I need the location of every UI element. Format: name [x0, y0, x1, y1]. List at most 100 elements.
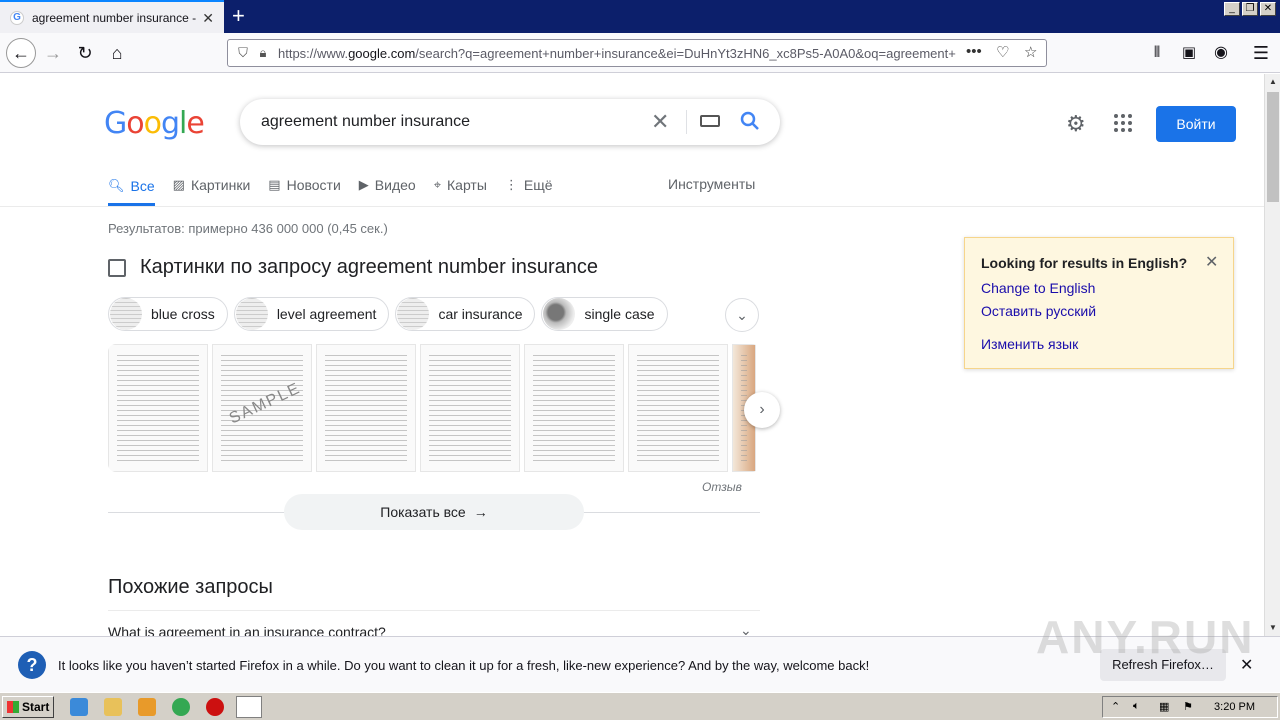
- search-tabs: 🔍︎ Все ▨ Картинки ▤ Новости ▶ Видео ⌖ Карты ⋮…: [108, 174, 571, 206]
- page-actions-icon[interactable]: •••: [966, 43, 982, 60]
- keyboard-icon[interactable]: [700, 115, 720, 127]
- scroll-thumb[interactable]: [1267, 92, 1279, 202]
- window-controls: _ ❐ ✕: [1224, 2, 1276, 16]
- anyrun-watermark: ANY.RUN: [1036, 611, 1255, 663]
- search-input[interactable]: agreement number insurance: [261, 113, 470, 131]
- pocket-icon[interactable]: ♡: [996, 43, 1009, 61]
- header-divider: [0, 206, 1264, 207]
- system-tray: ⌃ 🔈︎ ▦ ⚑ 3:20 PM: [1102, 696, 1278, 718]
- tab-close-icon[interactable]: ✕: [202, 10, 214, 27]
- feedback-link[interactable]: Отзыв: [702, 480, 742, 494]
- explorer-icon[interactable]: [104, 698, 122, 716]
- chevron-down-icon[interactable]: ⌄: [740, 622, 752, 636]
- back-button[interactable]: ←: [6, 38, 36, 68]
- new-tab-button[interactable]: +: [232, 4, 245, 28]
- minimize-button[interactable]: _: [1224, 2, 1240, 16]
- chevron-right-icon[interactable]: ›: [744, 392, 780, 428]
- video-icon: ▶: [358, 177, 369, 192]
- google-apps-icon[interactable]: [1114, 114, 1132, 132]
- clear-icon[interactable]: ✕: [651, 109, 669, 135]
- image-thumbnail[interactable]: [420, 344, 520, 472]
- tab-news[interactable]: ▤ Новости: [268, 174, 341, 196]
- opera-icon[interactable]: [206, 698, 224, 716]
- language-suggestion-box: Looking for results in English? ✕ Change…: [964, 237, 1234, 369]
- account-icon[interactable]: ◉: [1208, 41, 1234, 65]
- search-icon: 🔍︎: [108, 177, 125, 193]
- media-player-icon[interactable]: [138, 698, 156, 716]
- tracking-shield-icon[interactable]: ⛉: [232, 45, 254, 61]
- nav-toolbar: ← → ↻ ⌂ ⛉ 🔒︎ https://www.google.com/sear…: [0, 33, 1280, 73]
- page-scrollbar[interactable]: ▲ ▼: [1264, 74, 1280, 636]
- volume-icon[interactable]: 🔈︎: [1133, 700, 1140, 713]
- browser-tab[interactable]: G agreement number insurance - По ✕: [0, 0, 224, 33]
- sign-in-button[interactable]: Войти: [1156, 106, 1236, 142]
- flag-icon[interactable]: ⚑: [1183, 700, 1193, 713]
- maximize-button[interactable]: ❐: [1242, 2, 1258, 16]
- related-heading: Похожие запросы: [108, 576, 273, 598]
- change-language-link[interactable]: Изменить язык: [981, 336, 1078, 352]
- image-thumbnail[interactable]: [628, 344, 728, 472]
- chip-blue-cross[interactable]: blue cross: [108, 297, 228, 331]
- network-icon[interactable]: ▦: [1159, 700, 1169, 713]
- image-thumbnail[interactable]: [108, 344, 208, 472]
- image-thumbnail[interactable]: [316, 344, 416, 472]
- chrome-icon[interactable]: [172, 698, 190, 716]
- news-icon: ▤: [268, 177, 281, 192]
- windows-taskbar: Start ⌃ 🔈︎ ▦ ⚑ 3:20 PM: [0, 692, 1280, 720]
- language-box-title: Looking for results in English?: [981, 255, 1188, 271]
- google-results-page: Google agreement number insurance ✕ ⚙ Во…: [0, 74, 1264, 636]
- clock: 3:20 PM: [1214, 701, 1255, 713]
- windows-logo-icon: [7, 701, 19, 713]
- image-thumbnail[interactable]: [524, 344, 624, 472]
- image-icon: [108, 258, 126, 277]
- search-icon[interactable]: [738, 109, 762, 133]
- ie-icon[interactable]: [70, 698, 88, 716]
- chip-single-case[interactable]: single case: [541, 297, 668, 331]
- more-vert-icon: ⋮: [504, 177, 518, 192]
- tab-images[interactable]: ▨ Картинки: [173, 174, 251, 196]
- close-window-button[interactable]: ✕: [1260, 2, 1276, 16]
- keep-russian-link[interactable]: Оставить русский: [981, 303, 1096, 319]
- settings-gear-icon[interactable]: ⚙: [1066, 111, 1086, 137]
- chevron-down-icon[interactable]: ⌄: [725, 298, 759, 332]
- images-heading[interactable]: Картинки по запросу agreement number ins…: [108, 256, 598, 279]
- forward-button[interactable]: →: [40, 41, 66, 65]
- change-to-english-link[interactable]: Change to English: [981, 280, 1095, 296]
- tab-more[interactable]: ⋮ Ещё: [505, 174, 553, 196]
- sidebar-icon[interactable]: ▣: [1176, 41, 1202, 65]
- image-thumbnails: [108, 344, 760, 472]
- home-button[interactable]: ⌂: [104, 41, 130, 65]
- url-text[interactable]: https://www.google.com/search?q=agreemen…: [278, 46, 958, 61]
- lock-icon[interactable]: 🔒︎: [254, 45, 272, 61]
- divider: [108, 610, 760, 611]
- firefox-taskbar-button[interactable]: [236, 696, 262, 718]
- close-icon[interactable]: ✕: [1205, 252, 1218, 272]
- scroll-down-icon[interactable]: ▼: [1265, 620, 1280, 636]
- question-icon: ?: [18, 651, 46, 679]
- chip-car-insurance[interactable]: car insurance: [395, 297, 536, 331]
- bookmark-star-icon[interactable]: ☆: [1024, 43, 1037, 61]
- tray-expand-icon[interactable]: ⌃: [1111, 700, 1120, 713]
- url-bar[interactable]: ⛉ 🔒︎ https://www.google.com/search?q=agr…: [227, 39, 1047, 67]
- map-pin-icon: ⌖: [433, 177, 442, 192]
- related-question[interactable]: What is agreement in an insurance contra…: [108, 624, 386, 636]
- google-logo[interactable]: Google: [104, 106, 205, 141]
- chip-level-agreement[interactable]: level agreement: [233, 297, 390, 331]
- start-button[interactable]: Start: [2, 696, 54, 718]
- tools-button[interactable]: Инструменты: [668, 176, 755, 192]
- result-stats: Результатов: примерно 436 000 000 (0,45 …: [108, 221, 388, 236]
- image-icon: ▨: [172, 177, 185, 192]
- tab-video[interactable]: ▶ Видео: [359, 174, 416, 196]
- tab-maps[interactable]: ⌖ Карты: [434, 174, 487, 196]
- tab-all[interactable]: 🔍︎ Все: [108, 174, 155, 206]
- notification-message: It looks like you haven’t started Firefo…: [58, 658, 870, 673]
- scroll-up-icon[interactable]: ▲: [1265, 74, 1280, 90]
- image-thumbnail[interactable]: [212, 344, 312, 472]
- image-chips: blue cross level agreement car insurance…: [108, 297, 668, 331]
- tab-title: agreement number insurance - По: [32, 10, 197, 25]
- library-icon[interactable]: ⫴: [1144, 41, 1170, 65]
- reload-button[interactable]: ↻: [72, 41, 98, 65]
- search-box[interactable]: agreement number insurance ✕: [240, 99, 780, 145]
- menu-icon[interactable]: ☰: [1248, 41, 1274, 65]
- show-all-button[interactable]: Показать все →: [284, 494, 584, 530]
